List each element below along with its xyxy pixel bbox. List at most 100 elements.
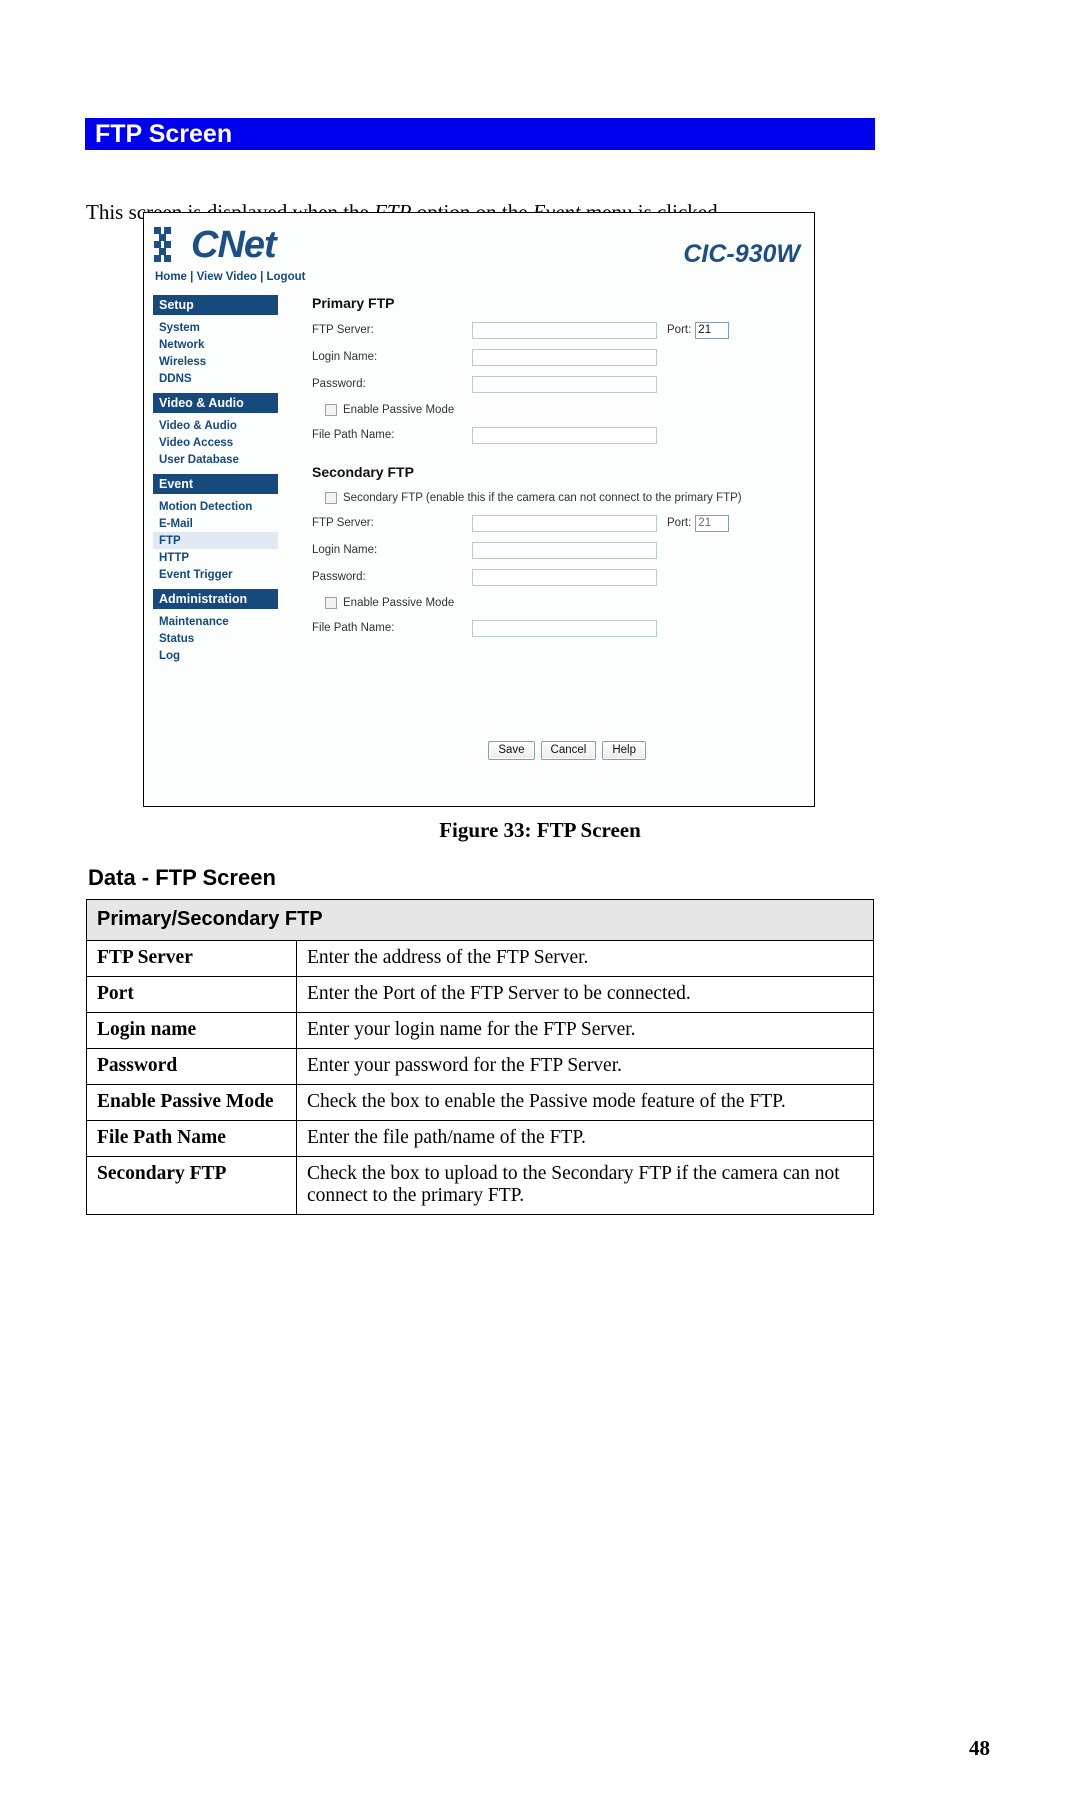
figure-caption: Figure 33: FTP Screen — [439, 818, 641, 842]
table-header-label: Primary/Secondary FTP — [86, 899, 874, 941]
sidebar-item-event-trigger[interactable]: Event Trigger — [153, 566, 278, 583]
primary-ftp-server-row: FTP Server: Port: — [312, 318, 808, 342]
primary-passive-checkbox[interactable] — [325, 404, 337, 416]
secondary-ftp-server-input[interactable] — [472, 514, 657, 532]
sidebar-item-network[interactable]: Network — [153, 336, 278, 353]
page-title: FTP Screen — [95, 119, 233, 148]
row-desc-port: Enter the Port of the FTP Server to be c… — [296, 976, 874, 1013]
sidebar-item-motion-detection[interactable]: Motion Detection — [153, 498, 278, 515]
page-number: 48 — [969, 1736, 990, 1760]
row-key-secondary-ftp: Secondary FTP — [86, 1156, 297, 1215]
secondary-port-input[interactable] — [695, 514, 730, 532]
row-key-password: Password — [86, 1048, 297, 1085]
secondary-ftp-server-label: FTP Server: — [312, 517, 374, 529]
secondary-login-input[interactable] — [472, 541, 657, 559]
secondary-filepath-row: File Path Name: — [312, 616, 808, 640]
secondary-enable-label: Secondary FTP (enable this if the camera… — [343, 492, 742, 504]
sidebar-heading-administration: Administration — [153, 589, 278, 609]
sidebar-heading-video-audio: Video & Audio — [153, 393, 278, 413]
help-button[interactable]: Help — [602, 741, 646, 760]
secondary-password-label: Password: — [312, 571, 366, 583]
sidebar-item-http[interactable]: HTTP — [153, 549, 278, 566]
model-name: CIC-930W — [683, 240, 800, 268]
cnet-logo-text: CNet — [191, 224, 277, 266]
cancel-button[interactable]: Cancel — [540, 741, 597, 760]
sidebar-item-video-access[interactable]: Video Access — [153, 434, 278, 451]
secondary-login-row: Login Name: — [312, 538, 808, 562]
secondary-port-label: Port: — [667, 517, 692, 529]
secondary-password-input[interactable] — [472, 568, 657, 586]
primary-login-label: Login Name: — [312, 351, 378, 363]
sidebar-heading-event: Event — [153, 474, 278, 494]
secondary-filepath-input[interactable] — [472, 619, 657, 637]
link-home[interactable]: Home — [155, 271, 187, 283]
table-row: Secondary FTP Check the box to upload to… — [86, 1156, 874, 1215]
row-key-enable-passive-mode: Enable Passive Mode — [86, 1084, 297, 1121]
sidebar-item-ftp[interactable]: FTP — [153, 532, 278, 549]
sidebar-item-ddns[interactable]: DDNS — [153, 370, 278, 387]
primary-passive-row: Enable Passive Mode — [312, 399, 808, 421]
data-section-heading: Data - FTP Screen — [88, 865, 276, 890]
secondary-passive-checkbox[interactable] — [325, 597, 337, 609]
secondary-ftp-server-row: FTP Server: Port: — [312, 511, 808, 535]
table-header-row: Primary/Secondary FTP — [86, 899, 874, 941]
secondary-login-label: Login Name: — [312, 544, 378, 556]
table-row: FTP Server Enter the address of the FTP … — [86, 940, 874, 977]
secondary-port-group: Port: — [667, 514, 730, 532]
secondary-filepath-label: File Path Name: — [312, 622, 395, 634]
link-view-video[interactable]: View Video — [197, 271, 257, 283]
row-key-file-path-name: File Path Name — [86, 1120, 297, 1157]
primary-password-input[interactable] — [472, 375, 657, 393]
top-links: Home | View Video | Logout — [155, 271, 305, 283]
save-button[interactable]: Save — [488, 741, 535, 760]
primary-filepath-row: File Path Name: — [312, 423, 808, 447]
primary-passive-label: Enable Passive Mode — [343, 404, 455, 416]
link-separator-1: | — [190, 271, 194, 283]
link-logout[interactable]: Logout — [267, 271, 306, 283]
link-separator-2: | — [260, 271, 264, 283]
sidebar-item-status[interactable]: Status — [153, 630, 278, 647]
cnet-logo: CNet — [154, 224, 277, 266]
primary-filepath-label: File Path Name: — [312, 429, 395, 441]
row-key-ftp-server: FTP Server — [86, 940, 297, 977]
row-desc-file-path-name: Enter the file path/name of the FTP. — [296, 1120, 874, 1157]
secondary-enable-row: Secondary FTP (enable this if the camera… — [312, 487, 808, 509]
primary-port-label: Port: — [667, 324, 692, 336]
sidebar-item-log[interactable]: Log — [153, 647, 278, 664]
row-key-login-name: Login name — [86, 1012, 297, 1049]
table-row: Password Enter your password for the FTP… — [86, 1048, 874, 1085]
row-desc-password: Enter your password for the FTP Server. — [296, 1048, 874, 1085]
primary-filepath-input[interactable] — [472, 426, 657, 444]
embedded-screenshot: CNet CIC-930W Home | View Video | Logout… — [143, 212, 815, 807]
secondary-passive-label: Enable Passive Mode — [343, 597, 455, 609]
table-row: Enable Passive Mode Check the box to ena… — [86, 1084, 874, 1121]
sidebar-item-system[interactable]: System — [153, 319, 278, 336]
primary-password-label: Password: — [312, 378, 366, 390]
sidebar-item-maintenance[interactable]: Maintenance — [153, 613, 278, 630]
row-desc-secondary-ftp: Check the box to upload to the Secondary… — [296, 1156, 874, 1215]
row-desc-login-name: Enter your login name for the FTP Server… — [296, 1012, 874, 1049]
table-row: Login name Enter your login name for the… — [86, 1012, 874, 1049]
mosaic-icon — [154, 225, 190, 265]
form-buttons: Save Cancel Help — [488, 741, 646, 760]
row-desc-enable-passive-mode: Check the box to enable the Passive mode… — [296, 1084, 874, 1121]
secondary-password-row: Password: — [312, 565, 808, 589]
secondary-enable-checkbox[interactable] — [325, 492, 337, 504]
section-title-bar: FTP Screen — [85, 118, 875, 150]
primary-login-input[interactable] — [472, 348, 657, 366]
sidebar-nav: Setup System Network Wireless DDNS Video… — [153, 295, 278, 664]
data-table: Primary/Secondary FTP FTP Server Enter t… — [86, 899, 874, 1215]
row-desc-ftp-server: Enter the address of the FTP Server. — [296, 940, 874, 977]
secondary-passive-row: Enable Passive Mode — [312, 592, 808, 614]
primary-login-row: Login Name: — [312, 345, 808, 369]
primary-ftp-title: Primary FTP — [312, 295, 395, 311]
sidebar-item-user-database[interactable]: User Database — [153, 451, 278, 468]
table-row: Port Enter the Port of the FTP Server to… — [86, 976, 874, 1013]
sidebar-item-email[interactable]: E-Mail — [153, 515, 278, 532]
table-row: File Path Name Enter the file path/name … — [86, 1120, 874, 1157]
sidebar-item-wireless[interactable]: Wireless — [153, 353, 278, 370]
sidebar-item-video-audio[interactable]: Video & Audio — [153, 417, 278, 434]
primary-port-input[interactable] — [695, 321, 730, 339]
primary-ftp-server-input[interactable] — [472, 321, 657, 339]
document-page: FTP Screen This screen is displayed when… — [0, 0, 1080, 1819]
